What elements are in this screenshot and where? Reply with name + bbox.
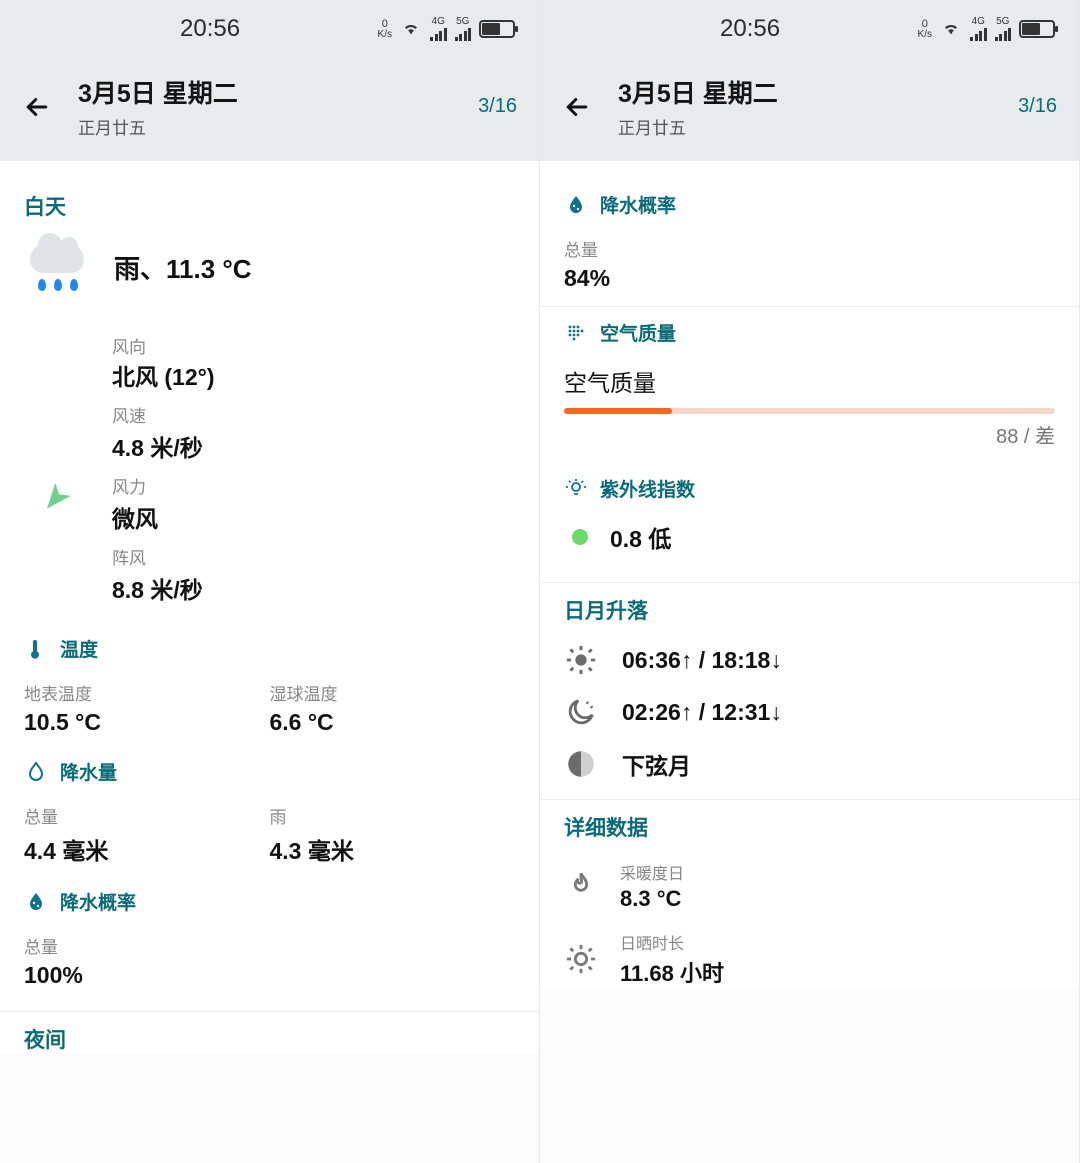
wifi-icon	[940, 20, 962, 38]
air-quality-section: 空气质量	[564, 319, 1055, 346]
detail-data-section: 详细数据	[564, 812, 1055, 842]
precip-total-label: 总量	[24, 803, 270, 828]
signal-4g-icon: 4G	[970, 17, 987, 41]
moonrise-moonset: 02:26↑ / 12:31↓	[622, 699, 782, 726]
moon-phase-text: 下弦月	[622, 747, 691, 781]
wind-gust-value: 8.8 米/秒	[112, 571, 215, 605]
screen-left: 20:56 0 K/s 4G 5G 3月5日 星期二 正月廿五 3/	[0, 0, 540, 1163]
grid-dots-icon	[564, 321, 588, 345]
back-button[interactable]	[22, 92, 52, 122]
weather-summary: 雨、11.3 °C	[114, 249, 252, 286]
lightbulb-icon	[564, 477, 588, 501]
sun-icon	[564, 643, 598, 677]
page-counter[interactable]: 3/16	[1018, 95, 1057, 118]
status-icons: 0 K/s 4G 5G	[918, 17, 1055, 41]
signal-5g-icon: 5G	[455, 17, 472, 41]
droplet-filled-icon	[564, 193, 588, 217]
battery-icon	[1019, 20, 1055, 38]
status-icons: 0 K/s 4G 5G	[378, 17, 515, 41]
air-quality-label: 空气质量	[564, 364, 1055, 398]
battery-icon	[479, 20, 515, 38]
moon-phase-icon	[564, 747, 598, 781]
rain-cloud-icon	[24, 239, 88, 295]
precip-prob-label-left: 总量	[24, 933, 515, 958]
signal-5g-icon: 5G	[995, 17, 1012, 41]
wind-force-value: 微风	[112, 500, 215, 534]
air-quality-fill	[564, 408, 672, 414]
wind-gust-label: 阵风	[112, 544, 215, 569]
precip-total-value: 4.4 毫米	[24, 832, 270, 866]
precip-prob-section-left: 降水概率	[24, 888, 515, 915]
precip-prob-value-left: 100%	[24, 962, 515, 989]
precip-prob-label-right: 总量	[564, 236, 1055, 261]
sun-moon-section: 日月升落	[564, 595, 1055, 625]
wind-direction-icon	[24, 393, 86, 605]
surface-temp-value: 10.5 °C	[24, 709, 270, 736]
wind-force-label: 风力	[112, 473, 215, 498]
wind-speed-label: 风速	[112, 402, 215, 427]
wetbulb-label: 湿球温度	[270, 680, 516, 705]
uv-value: 0.8 低	[610, 520, 671, 554]
heating-value: 8.3 °C	[620, 886, 684, 912]
header-date: 3月5日 星期二	[78, 74, 478, 110]
heating-label: 采暖度日	[620, 860, 684, 884]
uv-section: 紫外线指数	[564, 475, 1055, 502]
header: 3月5日 星期二 正月廿五 3/16	[0, 58, 539, 161]
day-section-title: 白天	[24, 191, 515, 221]
precip-amount-section: 降水量	[24, 758, 515, 785]
night-section-title: 夜间	[24, 1024, 515, 1054]
header: 3月5日 星期二 正月廿五 3/16	[540, 58, 1079, 161]
moon-icon	[564, 695, 598, 729]
air-quality-score: 88 / 差	[564, 420, 1055, 449]
screen-right: 20:56 0 K/s 4G 5G 3月5日 星期二 正月廿五 3/	[540, 0, 1080, 1163]
header-lunar: 正月廿五	[618, 114, 1018, 139]
temperature-section: 温度	[24, 635, 515, 662]
back-button[interactable]	[562, 92, 592, 122]
uv-level-dot	[572, 529, 588, 545]
precip-rain-label: 雨	[270, 803, 516, 828]
air-quality-bar	[564, 408, 1055, 414]
status-time: 20:56	[180, 15, 240, 43]
flame-icon	[564, 869, 598, 903]
droplet-filled-icon	[24, 890, 48, 914]
status-bar: 20:56 0 K/s 4G 5G	[0, 0, 539, 58]
sunshine-value: 11.68 小时	[620, 956, 724, 988]
precip-rain-value: 4.3 毫米	[270, 832, 516, 866]
status-bar: 20:56 0 K/s 4G 5G	[540, 0, 1079, 58]
wind-speed-value: 4.8 米/秒	[112, 429, 215, 463]
wind-dir-value: 北风 (12°)	[112, 358, 215, 392]
header-date: 3月5日 星期二	[618, 74, 1018, 110]
signal-4g-icon: 4G	[430, 17, 447, 41]
header-lunar: 正月廿五	[78, 114, 478, 139]
wifi-icon	[400, 20, 422, 38]
precip-prob-value-right: 84%	[564, 265, 1055, 292]
wind-dir-label: 风向	[112, 333, 215, 358]
net-speed-icon: 0 K/s	[378, 19, 392, 40]
wetbulb-value: 6.6 °C	[270, 709, 516, 736]
surface-temp-label: 地表温度	[24, 680, 270, 705]
net-speed-icon: 0 K/s	[918, 19, 932, 40]
sunshine-label: 日晒时长	[620, 930, 724, 954]
page-counter[interactable]: 3/16	[478, 95, 517, 118]
precip-prob-section-right: 降水概率	[564, 191, 1055, 218]
sunrise-sunset: 06:36↑ / 18:18↓	[622, 647, 782, 674]
thermometer-icon	[24, 637, 48, 661]
droplet-icon	[24, 760, 48, 784]
sun-duration-icon	[564, 942, 598, 976]
status-time: 20:56	[720, 15, 780, 43]
